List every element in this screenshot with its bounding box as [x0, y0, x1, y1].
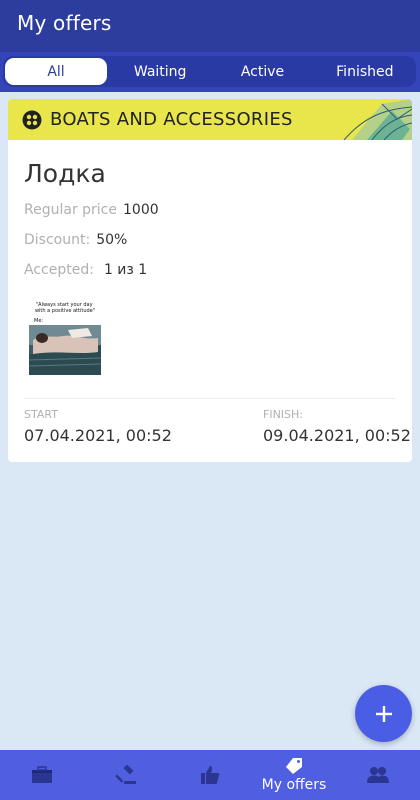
discount-row: Discount: 50%: [24, 232, 127, 248]
meme-caption: "Always start your day with a positive a…: [35, 302, 95, 314]
category-decoration: [343, 99, 412, 140]
start-label: START: [24, 408, 58, 421]
finish-label: FINISH:: [263, 408, 304, 421]
nav-item-my-offers[interactable]: My offers: [252, 750, 336, 800]
start-value: 07.04.2021, 00:52: [24, 426, 172, 445]
tag-icon: [286, 758, 302, 774]
add-offer-button[interactable]: [355, 685, 412, 742]
gavel-icon: [115, 765, 136, 784]
nav-item-offers-list[interactable]: [0, 750, 84, 800]
accepted-value: 1 из 1: [103, 262, 148, 278]
tab-bar-container: All Waiting Active Finished: [0, 52, 420, 92]
nav-item-users[interactable]: [336, 750, 420, 800]
category-label: BOATS AND ACCESSORIES: [50, 109, 293, 130]
page-title: My offers: [17, 11, 112, 35]
tab-active[interactable]: Active: [211, 56, 313, 87]
offer-card[interactable]: BOATS AND ACCESSORIES Лодка Regular pric…: [8, 99, 412, 462]
tab-waiting[interactable]: Waiting: [109, 56, 211, 87]
nav-label-my-offers: My offers: [261, 777, 327, 793]
nav-item-likes[interactable]: [168, 750, 252, 800]
bottom-navigation: My offers: [0, 750, 420, 800]
discount-value: 50%: [96, 232, 128, 248]
divider: [24, 398, 396, 399]
offer-image[interactable]: "Always start your day with a positive a…: [28, 300, 102, 376]
tab-all[interactable]: All: [5, 58, 107, 85]
thumbs-up-icon: [201, 766, 220, 784]
meme-subcaption: Me:: [34, 318, 43, 324]
regular-price-value: 1000: [123, 202, 159, 218]
tab-finished[interactable]: Finished: [314, 56, 416, 87]
accepted-label: Accepted:: [24, 262, 94, 278]
offer-title: Лодка: [24, 159, 106, 188]
finish-value: 09.04.2021, 00:52: [263, 426, 411, 445]
tab-bar: All Waiting Active Finished: [3, 56, 416, 87]
briefcase-icon: [32, 766, 52, 783]
regular-price-label: Regular price: [24, 202, 117, 218]
regular-price-row: Regular price 1000: [24, 202, 159, 218]
nav-item-auctions[interactable]: [84, 750, 168, 800]
meme-image: "Always start your day with a positive a…: [28, 300, 102, 376]
category-banner: BOATS AND ACCESSORIES: [8, 99, 412, 140]
app-bar: My offers: [0, 0, 420, 52]
users-icon: [367, 767, 389, 783]
accepted-row: Accepted: 1 из 1: [24, 262, 147, 278]
grid-icon: [22, 110, 42, 129]
plus-icon: [375, 705, 392, 722]
discount-label: Discount:: [24, 232, 91, 248]
